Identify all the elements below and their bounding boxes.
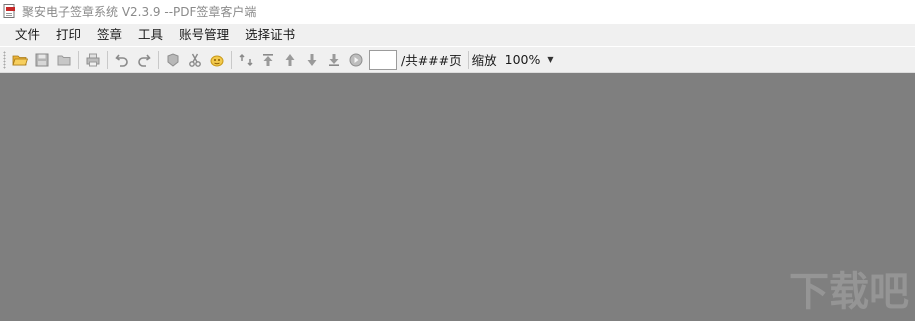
refresh-button[interactable] <box>235 49 257 71</box>
goto-page-button[interactable] <box>345 49 367 71</box>
zoom-dropdown[interactable]: 100% ▼ <box>505 52 554 67</box>
page-number-input[interactable] <box>369 49 397 70</box>
open-button[interactable] <box>9 49 31 71</box>
toolbar-separator <box>158 50 159 69</box>
next-page-button[interactable] <box>301 49 323 71</box>
last-page-button[interactable] <box>323 49 345 71</box>
watermark-logo: 下载吧 <box>789 269 909 315</box>
menu-bar: 文件 打印 签章 工具 账号管理 选择证书 <box>0 24 915 46</box>
document-canvas[interactable]: 下载吧 <box>0 73 915 321</box>
toolbar-separator <box>231 50 232 69</box>
pdf-app-icon <box>3 4 15 18</box>
toolbar-separator <box>107 50 108 69</box>
cut-icon <box>189 53 201 67</box>
prev-page-icon <box>285 53 295 66</box>
redo-icon <box>138 53 151 67</box>
folder-icon <box>57 55 71 65</box>
first-page-button[interactable] <box>257 49 279 71</box>
menu-account[interactable]: 账号管理 <box>171 24 237 46</box>
title-bar: 聚安电子签章系统 V2.3.9 --PDF签章客户端 <box>0 0 915 22</box>
print-button[interactable] <box>82 49 104 71</box>
zoom-label: 缩放 <box>471 53 497 68</box>
toolbar: /共###页 缩放 100% ▼ <box>0 47 915 73</box>
menu-certificate[interactable]: 选择证书 <box>237 24 303 46</box>
toolbar-separator <box>467 50 469 69</box>
open-folder-icon <box>12 55 28 65</box>
refresh-icon <box>239 53 253 66</box>
save-icon <box>35 53 49 66</box>
toolbar-grip[interactable] <box>3 50 6 69</box>
total-pages-label: /共###页 <box>401 53 462 68</box>
seal-icon <box>167 52 179 67</box>
goto-page-icon <box>349 53 363 66</box>
print-icon <box>86 53 100 66</box>
zoom-value: 100% <box>504 52 541 67</box>
undo-icon <box>115 53 128 67</box>
stamp-button[interactable] <box>206 49 228 71</box>
undo-button[interactable] <box>111 49 133 71</box>
menu-print[interactable]: 打印 <box>48 24 89 46</box>
menu-tools[interactable]: 工具 <box>130 24 171 46</box>
close-file-button[interactable] <box>53 49 75 71</box>
menu-file[interactable]: 文件 <box>7 24 48 46</box>
chevron-down-icon: ▼ <box>547 55 554 64</box>
seal-button[interactable] <box>162 49 184 71</box>
menu-sign[interactable]: 签章 <box>89 24 130 46</box>
first-page-icon <box>263 53 273 66</box>
last-page-icon <box>329 53 339 66</box>
redo-button[interactable] <box>133 49 155 71</box>
stamp-icon <box>210 55 224 66</box>
cut-button[interactable] <box>184 49 206 71</box>
next-page-icon <box>307 53 317 66</box>
save-button[interactable] <box>31 49 53 71</box>
window-title: 聚安电子签章系统 V2.3.9 --PDF签章客户端 <box>22 4 257 19</box>
toolbar-separator <box>78 50 79 69</box>
prev-page-button[interactable] <box>279 49 301 71</box>
